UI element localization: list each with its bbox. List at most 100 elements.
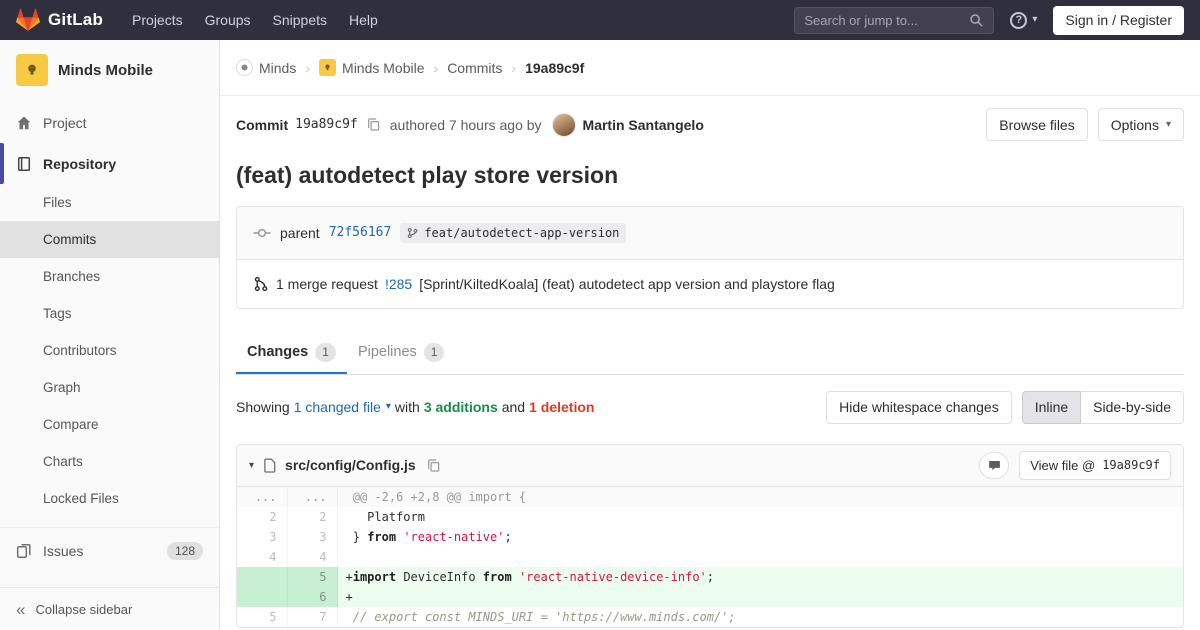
sidebar-item-files[interactable]: Files [0, 184, 219, 221]
tab-changes[interactable]: Changes 1 [236, 331, 347, 374]
diff-new-line-number[interactable]: 2 [287, 506, 338, 527]
chevron-down-icon: ▾ [1165, 118, 1171, 130]
diff-line-row: ...... @@ -2,6 +2,8 @@ import { [237, 486, 1183, 507]
parent-sha-link[interactable]: 72f56167 [329, 225, 392, 240]
sidebar-item-commits[interactable]: Commits [0, 221, 219, 258]
copy-sha-button[interactable] [365, 115, 383, 134]
author-avatar[interactable] [551, 112, 576, 137]
diff-marker [346, 510, 353, 524]
sign-in-register-button[interactable]: Sign in / Register [1053, 5, 1184, 35]
toggle-comments-button[interactable] [979, 451, 1010, 479]
diff-new-line-number[interactable]: 7 [287, 606, 338, 627]
showing-label: Showing [236, 399, 290, 416]
breadcrumb-link-minds[interactable]: Minds [236, 59, 296, 76]
commit-box: parent 72f56167 feat/autodetect-app-vers… [236, 205, 1184, 309]
diff-new-line-number[interactable]: 3 [287, 526, 338, 547]
diff-table: ...... @@ -2,6 +2,8 @@ import {2 2 Platfo… [237, 486, 1183, 627]
diff-file-card: ▾ src/config/Config.js View file @ 19a89… [236, 443, 1184, 628]
and-label: and [501, 399, 526, 416]
diff-old-line-number[interactable] [237, 586, 288, 607]
parent-label: parent [280, 224, 320, 241]
sidebar-item-tags[interactable]: Tags [0, 295, 219, 332]
diff-old-line-number[interactable]: 4 [237, 546, 288, 567]
breadcrumb-label: Minds Mobile [342, 59, 425, 76]
file-path: src/config/Config.js [285, 457, 416, 474]
copy-file-path-button[interactable] [425, 456, 443, 475]
help-menu-button[interactable]: ? ▾ [1010, 11, 1037, 29]
commit-tabs: Changes 1 Pipelines 1 [236, 331, 1184, 375]
sidebar-item-contributors[interactable]: Contributors [0, 332, 219, 369]
diff-new-line-number[interactable]: 4 [287, 546, 338, 567]
issues-icon [16, 543, 32, 559]
search-input[interactable] [804, 12, 964, 28]
copy-icon [367, 118, 380, 131]
collapse-file-caret-icon[interactable]: ▾ [249, 460, 254, 471]
changed-files-dropdown[interactable]: 1 changed file ▾ [294, 399, 391, 415]
sidebar-project-name[interactable]: Minds Mobile [58, 62, 153, 79]
with-label: with [394, 399, 420, 416]
code-token: DeviceInfo [396, 569, 483, 584]
commit-sha: 19a89c9f [295, 117, 358, 132]
sidebar-item-locked-files[interactable]: Locked Files [0, 480, 219, 517]
code-token: @@ -2,6 +2,8 @@ import { [352, 489, 527, 504]
sidebar-item-label: Issues [43, 542, 84, 559]
sidebar-item-branches[interactable]: Branches [0, 258, 219, 295]
diff-old-line-number: ... [237, 486, 288, 507]
side-by-side-view-button[interactable]: Side-by-side [1081, 390, 1184, 424]
sidebar-item-issues[interactable]: Issues 128 [0, 527, 219, 568]
sidebar-item-label: Project [43, 114, 87, 131]
branch-ref-pill[interactable]: feat/autodetect-app-version [400, 222, 627, 243]
sidebar: Minds Mobile Project Repository Files Co… [0, 40, 220, 630]
breadcrumb: Minds › Minds Mobile › Commits › 19a89c9… [220, 40, 1200, 96]
diff-new-line-number[interactable]: 5 [287, 566, 338, 587]
diff-stats-bar: Showing 1 changed file ▾ with 3 addition… [236, 390, 1184, 424]
project-avatar[interactable] [16, 54, 48, 86]
top-navbar: GitLab Projects Groups Snippets Help ? ▾… [0, 0, 1200, 40]
diff-old-line-number[interactable]: 3 [237, 526, 288, 547]
gitlab-brand-link[interactable]: GitLab [16, 8, 103, 32]
breadcrumb-current-sha: 19a89c9f [525, 59, 585, 76]
collapse-sidebar-button[interactable]: « Collapse sidebar [0, 587, 219, 630]
diff-marker [346, 550, 353, 564]
sidebar-item-graph[interactable]: Graph [0, 369, 219, 406]
sidebar-item-repository[interactable]: Repository [0, 143, 219, 184]
diff-file-actions: View file @ 19a89c9f [979, 450, 1171, 480]
navbar-right: ? ▾ Sign in / Register [794, 5, 1184, 35]
inline-view-button[interactable]: Inline [1021, 390, 1082, 424]
code-token: 'react-native-device-info' [518, 569, 707, 584]
diff-marker [346, 610, 353, 624]
sidebar-item-compare[interactable]: Compare [0, 406, 219, 443]
diff-old-line-number[interactable]: 2 [237, 506, 288, 527]
code-token: Platform [352, 509, 425, 524]
diff-new-line-number[interactable]: 6 [287, 586, 338, 607]
commit-merge-request-row: 1 merge request !285 [Sprint/KiltedKoala… [237, 260, 1183, 308]
breadcrumb-separator: › [511, 59, 517, 76]
diff-marker [346, 490, 353, 504]
mr-count-label: 1 merge request [276, 275, 378, 292]
options-dropdown-button[interactable]: Options ▾ [1097, 108, 1184, 141]
browse-files-button[interactable]: Browse files [986, 108, 1088, 141]
authored-text: authored 7 hours ago by [389, 116, 542, 133]
navbar-link-projects[interactable]: Projects [121, 0, 194, 40]
diff-view-toggle-group: Inline Side-by-side [1021, 390, 1184, 424]
tab-pipelines[interactable]: Pipelines 1 [347, 331, 456, 374]
breadcrumb-link-commits[interactable]: Commits [447, 60, 502, 76]
sidebar-item-charts[interactable]: Charts [0, 443, 219, 480]
navbar-link-snippets[interactable]: Snippets [262, 0, 338, 40]
view-file-button[interactable]: View file @ 19a89c9f [1019, 450, 1171, 480]
diff-code-cell: Platform [337, 507, 1183, 527]
diff-old-line-number[interactable] [237, 566, 288, 587]
commit-page: Commit 19a89c9f authored 7 hours ago by … [220, 108, 1200, 628]
mr-ref-link[interactable]: !285 [385, 276, 412, 292]
breadcrumb-link-minds-mobile[interactable]: Minds Mobile [319, 59, 425, 76]
author-name-link[interactable]: Martin Santangelo [583, 117, 704, 133]
repository-subnav: Files Commits Branches Tags Contributors… [0, 184, 219, 517]
hide-whitespace-button[interactable]: Hide whitespace changes [826, 390, 1012, 424]
diff-code-cell: @@ -2,6 +2,8 @@ import { [337, 486, 1183, 507]
diff-old-line-number[interactable]: 5 [237, 606, 288, 627]
navbar-link-groups[interactable]: Groups [194, 0, 262, 40]
navbar-link-help[interactable]: Help [338, 0, 389, 40]
sidebar-item-project[interactable]: Project [0, 102, 219, 143]
commit-header: Commit 19a89c9f authored 7 hours ago by … [236, 108, 1184, 141]
diff-code-cell: +import DeviceInfo from 'react-native-de… [337, 566, 1183, 587]
